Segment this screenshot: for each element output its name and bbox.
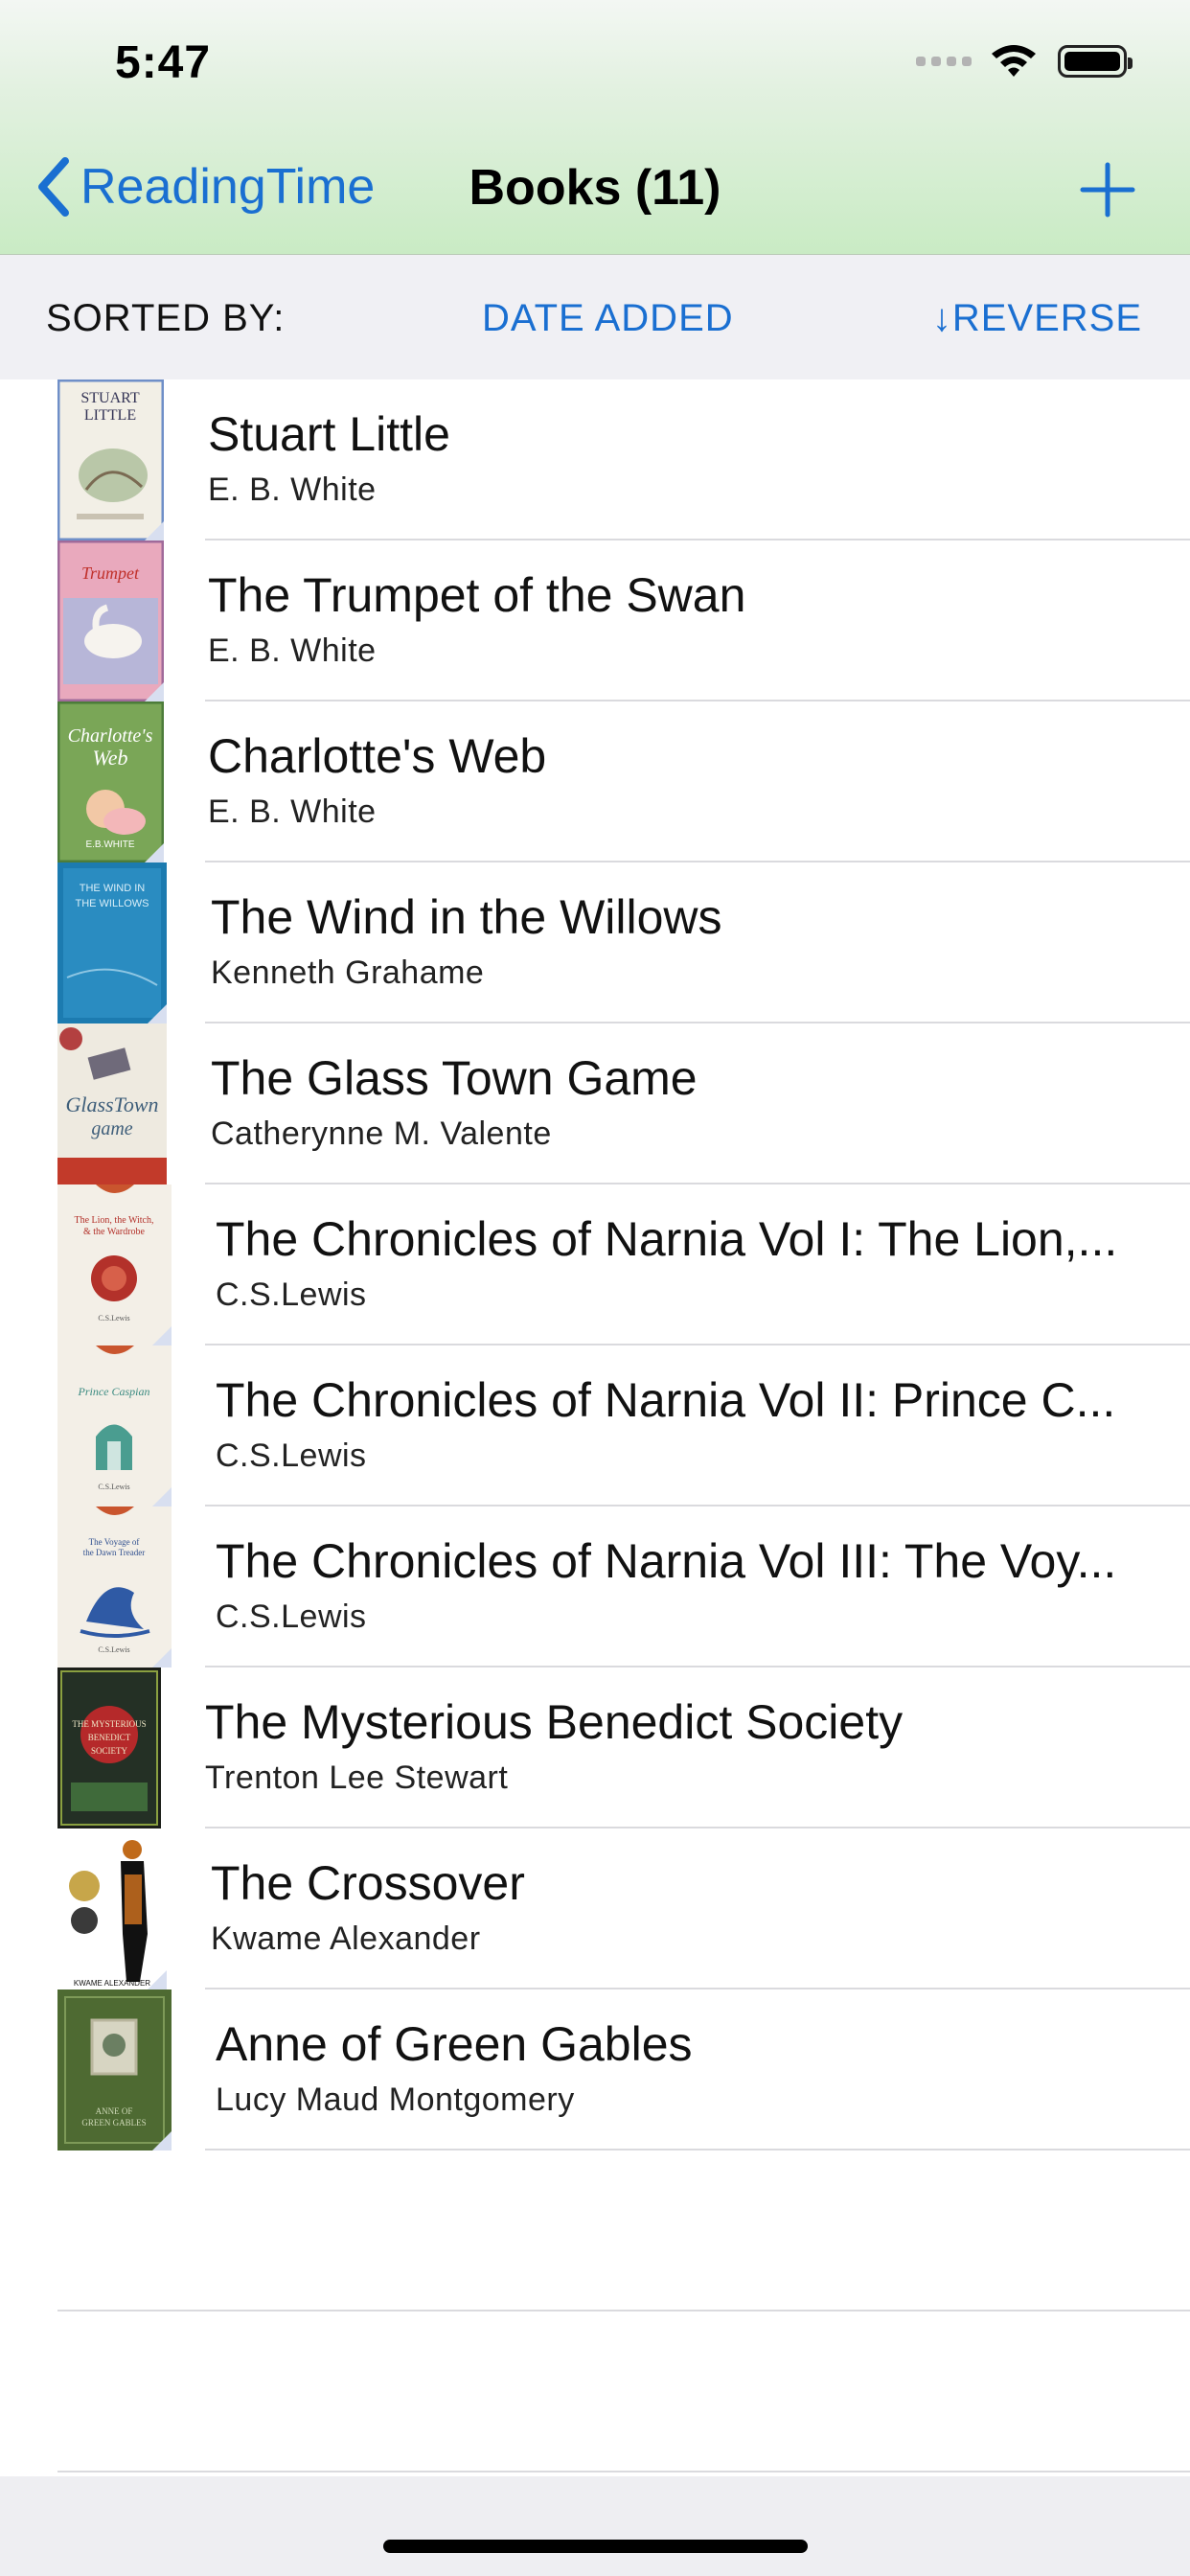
book-cover-image: Prince Caspian C.S.Lewis bbox=[57, 1346, 172, 1506]
svg-text:The Voyage of: The Voyage of bbox=[89, 1537, 140, 1547]
list-item[interactable]: THE WIND IN THE WILLOWS The Wind in the … bbox=[0, 862, 1190, 1024]
book-cover-image: The Lion, the Witch, & the Wardrobe C.S.… bbox=[57, 1184, 172, 1346]
book-author: Trenton Lee Stewart bbox=[205, 1760, 509, 1796]
svg-text:E.B.WHITE: E.B.WHITE bbox=[85, 840, 134, 850]
book-author: Lucy Maud Montgomery bbox=[216, 2082, 575, 2118]
svg-text:GlassTown: GlassTown bbox=[65, 1092, 158, 1116]
book-title: The Crossover bbox=[211, 1856, 525, 1910]
book-cover-image: THE WIND IN THE WILLOWS bbox=[57, 862, 167, 1024]
sort-bar: SORTED BY: DATE ADDED ↓REVERSE bbox=[0, 255, 1190, 380]
book-cover-image: Charlotte's Web E.B.WHITE bbox=[57, 702, 164, 862]
screen: 5:47 ReadingTime Books (11) SORTED BY: D… bbox=[0, 0, 1190, 2576]
book-title: The Chronicles of Narnia Vol II: Prince … bbox=[216, 1373, 1116, 1427]
book-cover-image: KWAME ALEXANDER bbox=[57, 1828, 167, 1990]
svg-text:Web: Web bbox=[92, 746, 127, 770]
svg-text:KWAME ALEXANDER: KWAME ALEXANDER bbox=[74, 1979, 150, 1988]
book-author: C.S.Lewis bbox=[216, 1598, 367, 1635]
book-title: Stuart Little bbox=[208, 407, 450, 461]
svg-text:SOCIETY: SOCIETY bbox=[91, 1746, 128, 1756]
sort-field-button[interactable]: DATE ADDED bbox=[482, 297, 734, 340]
svg-text:THE WILLOWS: THE WILLOWS bbox=[75, 898, 149, 909]
svg-text:THE MYSTERIOUS: THE MYSTERIOUS bbox=[72, 1719, 146, 1729]
book-title: The Trumpet of the Swan bbox=[208, 568, 746, 622]
cellular-signal-icon bbox=[916, 57, 972, 66]
book-title: Anne of Green Gables bbox=[216, 2017, 693, 2071]
add-book-button[interactable] bbox=[1077, 159, 1138, 220]
list-item[interactable]: ANNE OF GREEN GABLES Anne of Green Gable… bbox=[0, 1990, 1190, 2150]
book-title: The Mysterious Benedict Society bbox=[205, 1695, 904, 1749]
empty-row-divider bbox=[57, 2471, 1190, 2472]
book-title: The Wind in the Willows bbox=[211, 890, 722, 944]
book-cover-image: Trumpet bbox=[57, 540, 164, 702]
page-title: Books (11) bbox=[469, 160, 721, 216]
svg-text:LITTLE: LITTLE bbox=[84, 407, 136, 424]
svg-text:Prince Caspian: Prince Caspian bbox=[78, 1385, 150, 1398]
list-item[interactable]: The Lion, the Witch, & the Wardrobe C.S.… bbox=[0, 1184, 1190, 1346]
book-cover-image: The Voyage of the Dawn Treader C.S.Lewis bbox=[57, 1506, 172, 1668]
status-time: 5:47 bbox=[115, 37, 212, 88]
book-author: Kenneth Grahame bbox=[211, 954, 485, 991]
svg-text:C.S.Lewis: C.S.Lewis bbox=[98, 1483, 129, 1491]
svg-text:THE WIND IN: THE WIND IN bbox=[80, 883, 145, 894]
book-author: E. B. White bbox=[208, 794, 377, 830]
book-list: STUART LITTLE Stuart Little E. B. White … bbox=[0, 380, 1190, 2150]
svg-text:BENEDICT: BENEDICT bbox=[88, 1733, 131, 1742]
svg-text:game: game bbox=[91, 1118, 132, 1139]
book-author: E. B. White bbox=[208, 472, 377, 508]
list-item[interactable]: Prince Caspian C.S.Lewis The Chronicles … bbox=[0, 1346, 1190, 1506]
home-area bbox=[0, 2476, 1190, 2576]
book-cover-image: GlassTown game bbox=[57, 1024, 167, 1184]
book-author: C.S.Lewis bbox=[216, 1276, 367, 1313]
svg-text:the Dawn Treader: the Dawn Treader bbox=[83, 1548, 146, 1557]
svg-text:Trumpet: Trumpet bbox=[81, 564, 140, 583]
wifi-icon bbox=[992, 45, 1036, 77]
book-title: The Chronicles of Narnia Vol I: The Lion… bbox=[216, 1212, 1118, 1266]
list-item[interactable]: GlassTown game The Glass Town Game Cathe… bbox=[0, 1024, 1190, 1184]
svg-text:C.S.Lewis: C.S.Lewis bbox=[98, 1314, 129, 1322]
empty-row-divider bbox=[57, 2310, 1190, 2312]
book-title: The Chronicles of Narnia Vol III: The Vo… bbox=[216, 1534, 1117, 1588]
list-item[interactable]: THE MYSTERIOUS BENEDICT SOCIETY The Myst… bbox=[0, 1668, 1190, 1828]
reverse-sort-button[interactable]: ↓REVERSE bbox=[932, 297, 1142, 340]
book-author: C.S.Lewis bbox=[216, 1438, 367, 1474]
list-item[interactable]: STUART LITTLE Stuart Little E. B. White bbox=[0, 380, 1190, 540]
book-title: Charlotte's Web bbox=[208, 729, 547, 783]
svg-text:GREEN GABLES: GREEN GABLES bbox=[81, 2118, 146, 2128]
svg-text:ANNE OF: ANNE OF bbox=[96, 2106, 133, 2116]
book-author: Kwame Alexander bbox=[211, 1920, 481, 1957]
navigation-header: 5:47 ReadingTime Books (11) bbox=[0, 0, 1190, 255]
svg-text:STUART: STUART bbox=[80, 390, 139, 406]
svg-text:Charlotte's: Charlotte's bbox=[68, 725, 153, 747]
book-cover-image: ANNE OF GREEN GABLES bbox=[57, 1990, 172, 2150]
status-indicators bbox=[916, 42, 1133, 80]
list-item[interactable]: The Voyage of the Dawn Treader C.S.Lewis… bbox=[0, 1506, 1190, 1668]
list-item[interactable]: KWAME ALEXANDER The Crossover Kwame Alex… bbox=[0, 1828, 1190, 1990]
book-cover-image: STUART LITTLE bbox=[57, 380, 164, 540]
svg-text:& the Wardrobe: & the Wardrobe bbox=[83, 1227, 146, 1237]
svg-text:The Lion, the Witch,: The Lion, the Witch, bbox=[74, 1215, 153, 1226]
sort-label: SORTED BY: bbox=[46, 297, 286, 339]
svg-text:C.S.Lewis: C.S.Lewis bbox=[98, 1645, 129, 1654]
list-item[interactable]: Charlotte's Web E.B.WHITE Charlotte's We… bbox=[0, 702, 1190, 862]
battery-icon bbox=[1058, 45, 1133, 78]
list-item[interactable]: Trumpet The Trumpet of the Swan E. B. Wh… bbox=[0, 540, 1190, 702]
book-cover-image: THE MYSTERIOUS BENEDICT SOCIETY bbox=[57, 1668, 161, 1828]
home-indicator[interactable] bbox=[383, 2540, 808, 2553]
book-author: E. B. White bbox=[208, 632, 377, 669]
book-author: Catherynne M. Valente bbox=[211, 1116, 552, 1152]
book-title: The Glass Town Game bbox=[211, 1051, 698, 1105]
